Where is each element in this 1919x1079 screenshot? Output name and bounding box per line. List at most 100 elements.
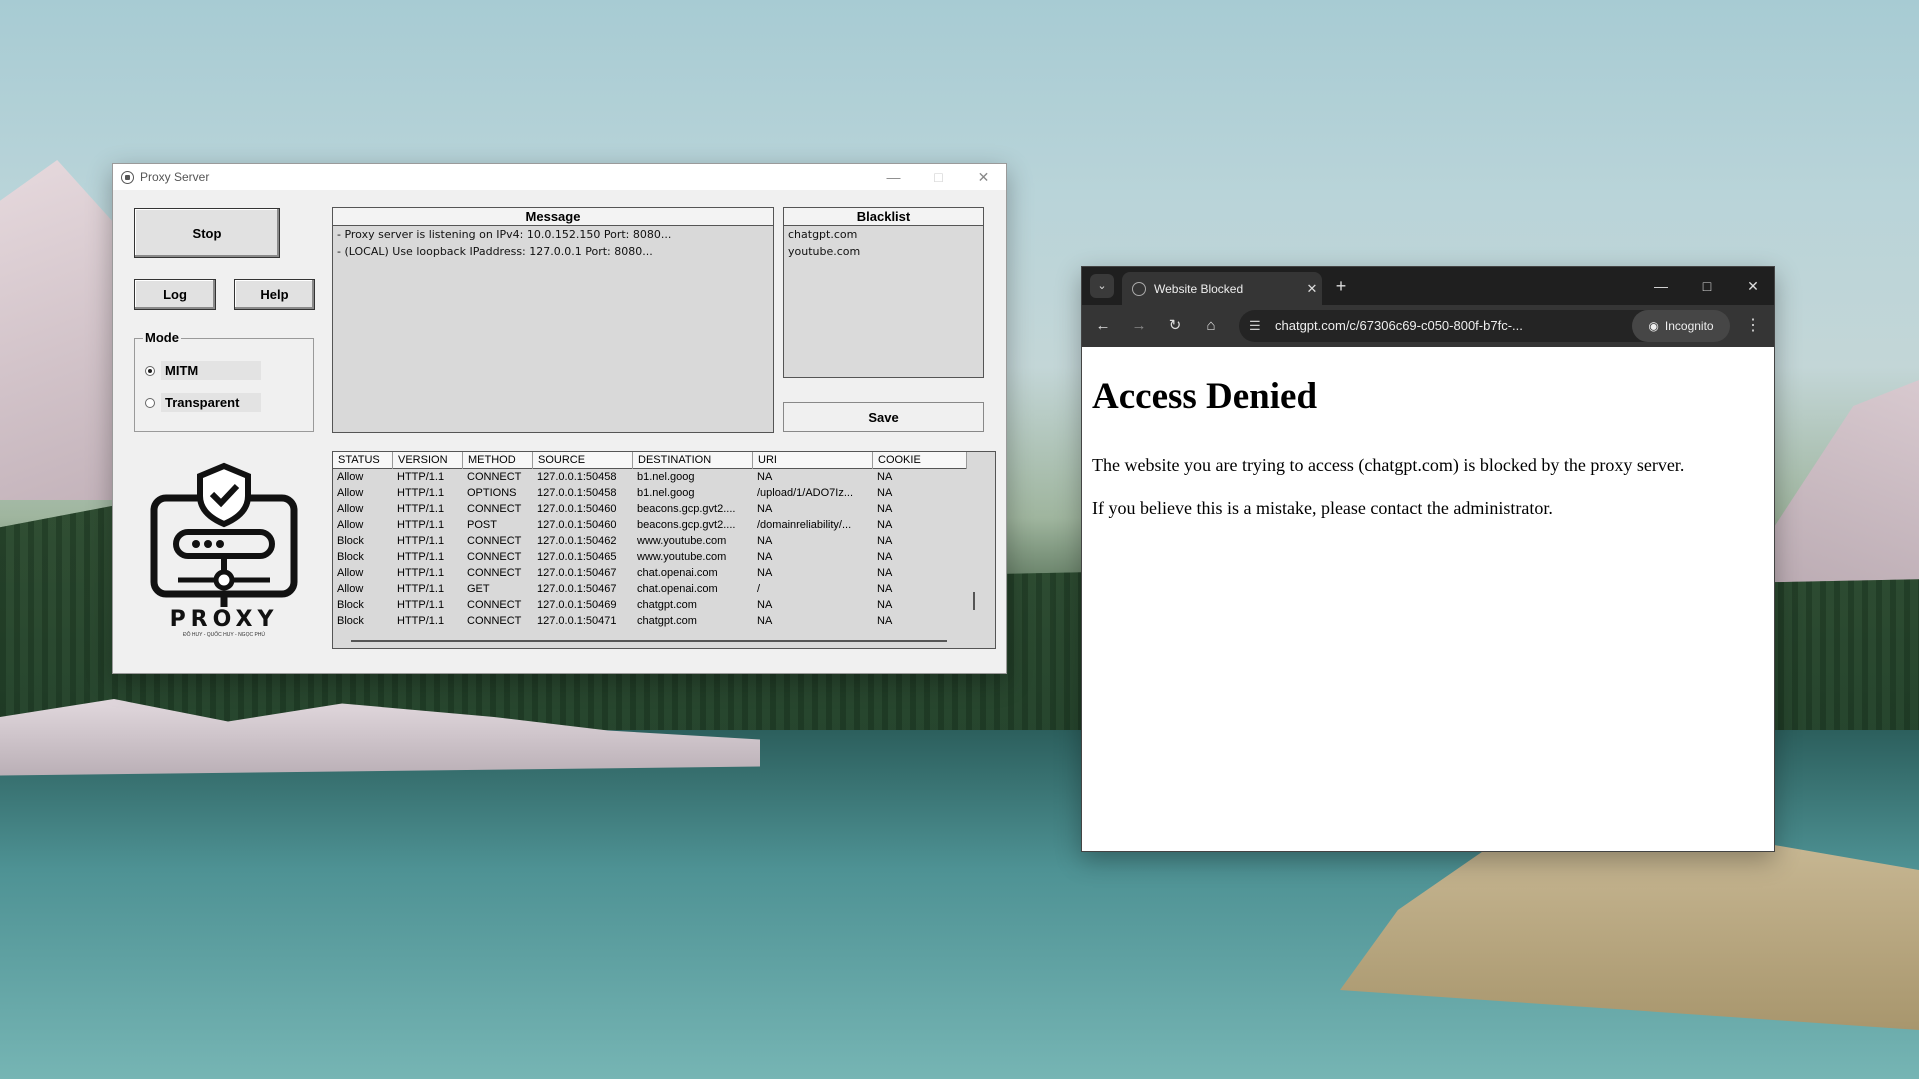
table-cell: beacons.gcp.gvt2.... xyxy=(637,503,736,515)
column-header[interactable]: DESTINATION xyxy=(633,452,753,469)
table-cell: CONNECT xyxy=(467,535,522,547)
table-cell: NA xyxy=(877,487,893,499)
reload-icon[interactable]: ↻ xyxy=(1162,313,1188,339)
table-cell: OPTIONS xyxy=(467,487,517,499)
transparent-radio[interactable]: Transparent xyxy=(145,393,261,412)
stop-button[interactable]: Stop xyxy=(134,208,280,258)
table-cell: HTTP/1.1 xyxy=(397,583,445,595)
table-cell: Block xyxy=(337,599,364,611)
minimize-button[interactable]: — xyxy=(871,164,916,190)
table-cell: / xyxy=(757,583,761,595)
table-cell: NA xyxy=(757,535,773,547)
table-cell: CONNECT xyxy=(467,471,522,483)
table-cell: GET xyxy=(467,583,490,595)
tab-bar: ⌄ Website Blocked ✕ + — □ ✕ xyxy=(1082,267,1774,305)
column-header[interactable]: SOURCE xyxy=(533,452,633,469)
mitm-radio[interactable]: MITM xyxy=(145,361,261,380)
save-button[interactable]: Save xyxy=(783,402,984,432)
table-cell: CONNECT xyxy=(467,503,522,515)
table-cell: b1.nel.goog xyxy=(637,487,695,499)
table-cell: 127.0.0.1:50458 xyxy=(537,471,617,483)
help-button[interactable]: Help xyxy=(234,279,315,310)
contact-message: If you believe this is a mistake, please… xyxy=(1092,498,1553,518)
column-header[interactable]: STATUS xyxy=(333,452,393,469)
table-cell: 127.0.0.1:50460 xyxy=(537,503,617,515)
table-cell: chat.openai.com xyxy=(637,583,718,595)
window-title: Proxy Server xyxy=(140,170,210,184)
incognito-badge[interactable]: ◉ Incognito xyxy=(1632,310,1730,342)
table-cell: NA xyxy=(757,471,773,483)
blacklist-item[interactable]: chatgpt.com xyxy=(784,226,983,243)
column-header[interactable]: METHOD xyxy=(463,452,533,469)
table-cell: HTTP/1.1 xyxy=(397,599,445,611)
table-cell: chatgpt.com xyxy=(637,599,697,611)
tab-title: Website Blocked xyxy=(1154,281,1244,296)
table-cell: chatgpt.com xyxy=(637,615,697,627)
table-cell: Allow xyxy=(337,519,364,531)
message-line: - (LOCAL) Use loopback IPaddress: 127.0.… xyxy=(337,245,653,258)
table-cell: CONNECT xyxy=(467,615,522,627)
table-cell: HTTP/1.1 xyxy=(397,487,445,499)
incognito-label: Incognito xyxy=(1664,319,1714,333)
blacklist-item[interactable]: youtube.com xyxy=(784,243,983,260)
table-cell: 127.0.0.1:50471 xyxy=(537,615,617,627)
mode-group: Mode MITM Transparent xyxy=(134,330,314,432)
back-icon[interactable]: ← xyxy=(1090,313,1116,339)
home-icon[interactable]: ⌂ xyxy=(1198,313,1224,339)
table-cell: 127.0.0.1:50469 xyxy=(537,599,617,611)
table-cell: NA xyxy=(877,503,893,515)
blacklist-panel[interactable]: Blacklist chatgpt.com youtube.com xyxy=(783,207,984,378)
browser-window: ⌄ Website Blocked ✕ + — □ ✕ ← → ↻ ⌂ ☰ ch… xyxy=(1081,266,1775,852)
horizontal-scrollbar[interactable] xyxy=(351,640,947,642)
table-cell: /domainreliability/... xyxy=(757,519,852,531)
column-header[interactable]: URI xyxy=(753,452,873,469)
minimize-button[interactable]: — xyxy=(1638,267,1684,305)
table-cell: 127.0.0.1:50458 xyxy=(537,487,617,499)
log-button[interactable]: Log xyxy=(134,279,216,310)
table-cell: HTTP/1.1 xyxy=(397,567,445,579)
tab-website-blocked[interactable]: Website Blocked ✕ xyxy=(1122,272,1322,305)
table-header: STATUS VERSION METHOD SOURCE DESTINATION… xyxy=(333,452,967,469)
logo-text: PROXY xyxy=(169,607,279,632)
vertical-scrollbar[interactable] xyxy=(973,592,975,610)
table-cell: HTTP/1.1 xyxy=(397,503,445,515)
app-icon xyxy=(121,170,134,184)
table-cell: HTTP/1.1 xyxy=(397,471,445,483)
table-cell: NA xyxy=(877,599,893,611)
message-header: Message xyxy=(333,208,773,226)
table-cell: NA xyxy=(757,551,773,563)
new-tab-button[interactable]: + xyxy=(1328,273,1354,299)
table-cell: beacons.gcp.gvt2.... xyxy=(637,519,736,531)
message-line: - Proxy server is listening on IPv4: 10.… xyxy=(337,228,672,241)
column-header[interactable]: COOKIE xyxy=(873,452,967,469)
table-cell: POST xyxy=(467,519,497,531)
table-cell: HTTP/1.1 xyxy=(397,519,445,531)
traffic-table[interactable]: STATUS VERSION METHOD SOURCE DESTINATION… xyxy=(332,451,996,649)
close-button[interactable]: ✕ xyxy=(961,164,1006,190)
table-cell: HTTP/1.1 xyxy=(397,535,445,547)
table-cell: 127.0.0.1:50462 xyxy=(537,535,617,547)
table-cell: CONNECT xyxy=(467,599,522,611)
close-tab-icon[interactable]: ✕ xyxy=(1302,281,1322,297)
incognito-icon: ◉ xyxy=(1648,319,1659,333)
table-cell: b1.nel.goog xyxy=(637,471,695,483)
globe-icon xyxy=(1132,281,1146,296)
table-cell: Allow xyxy=(337,503,364,515)
table-cell: NA xyxy=(877,583,893,595)
table-cell: NA xyxy=(877,471,893,483)
table-cell: NA xyxy=(757,503,773,515)
close-button[interactable]: ✕ xyxy=(1730,267,1776,305)
monitor-shield-icon xyxy=(150,462,298,607)
blocked-message: The website you are trying to access (ch… xyxy=(1092,455,1685,475)
table-cell: www.youtube.com xyxy=(637,551,727,563)
column-header[interactable]: VERSION xyxy=(393,452,463,469)
more-menu-icon[interactable]: ⋮ xyxy=(1742,313,1764,339)
table-cell: NA xyxy=(877,519,893,531)
transparent-label: Transparent xyxy=(161,393,261,412)
forward-icon: → xyxy=(1131,317,1147,334)
site-info-icon[interactable]: ☰ xyxy=(1249,310,1261,342)
table-cell: Block xyxy=(337,615,364,627)
tab-search-button[interactable]: ⌄ xyxy=(1090,274,1114,298)
maximize-button[interactable]: □ xyxy=(1684,267,1730,305)
table-cell: HTTP/1.1 xyxy=(397,615,445,627)
